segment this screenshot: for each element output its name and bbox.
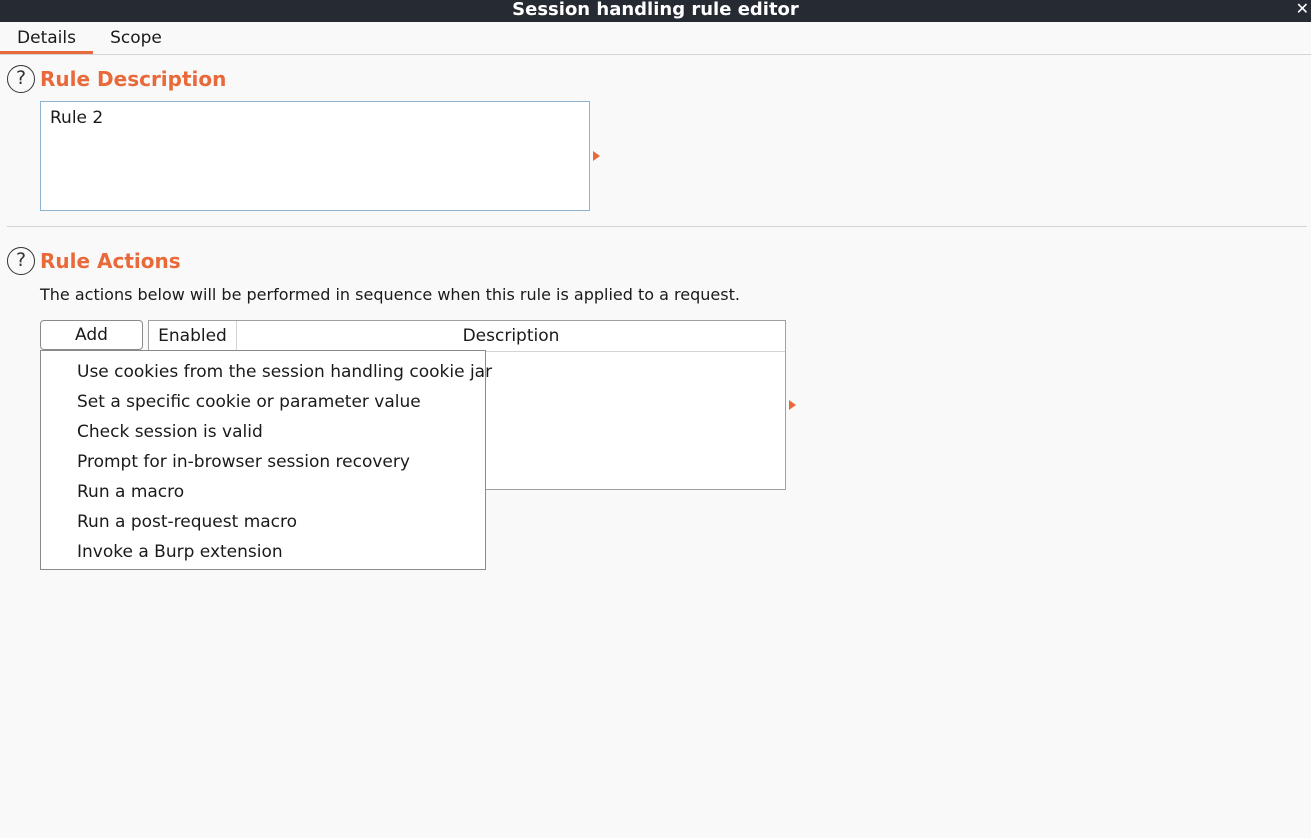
tab-scope[interactable]: Scope — [98, 23, 174, 54]
close-icon[interactable]: ✕ — [1296, 0, 1309, 19]
help-icon[interactable]: ? — [7, 247, 35, 275]
window-titlebar: Session handling rule editor ✕ — [0, 0, 1311, 22]
expand-arrow-icon[interactable] — [593, 151, 600, 161]
menu-item-use-cookies[interactable]: Use cookies from the session handling co… — [41, 357, 492, 387]
column-header-description[interactable]: Description — [237, 321, 785, 352]
expand-arrow-icon[interactable] — [789, 400, 796, 410]
menu-item-invoke-extension[interactable]: Invoke a Burp extension — [41, 537, 485, 567]
menu-item-set-cookie-parameter[interactable]: Set a specific cookie or parameter value — [41, 387, 485, 417]
menu-item-prompt-recovery[interactable]: Prompt for in-browser session recovery — [41, 447, 485, 477]
section-divider — [7, 226, 1307, 227]
help-icon[interactable]: ? — [7, 65, 35, 93]
rule-description-heading: Rule Description — [40, 67, 227, 91]
column-header-enabled[interactable]: Enabled — [149, 321, 237, 352]
rule-description-field[interactable]: Rule 2 — [40, 101, 590, 211]
menu-item-run-post-request-macro[interactable]: Run a post-request macro — [41, 507, 485, 537]
window-title: Session handling rule editor — [512, 0, 799, 20]
add-button[interactable]: Add — [40, 320, 143, 350]
menu-item-check-session[interactable]: Check session is valid — [41, 417, 485, 447]
tab-bar: Details Scope — [0, 23, 1311, 55]
rule-actions-info: The actions below will be performed in s… — [40, 285, 740, 304]
tab-details[interactable]: Details — [0, 23, 93, 54]
menu-item-run-macro[interactable]: Run a macro — [41, 477, 485, 507]
add-action-menu: Use cookies from the session handling co… — [40, 350, 492, 570]
rule-actions-heading: Rule Actions — [40, 249, 181, 273]
